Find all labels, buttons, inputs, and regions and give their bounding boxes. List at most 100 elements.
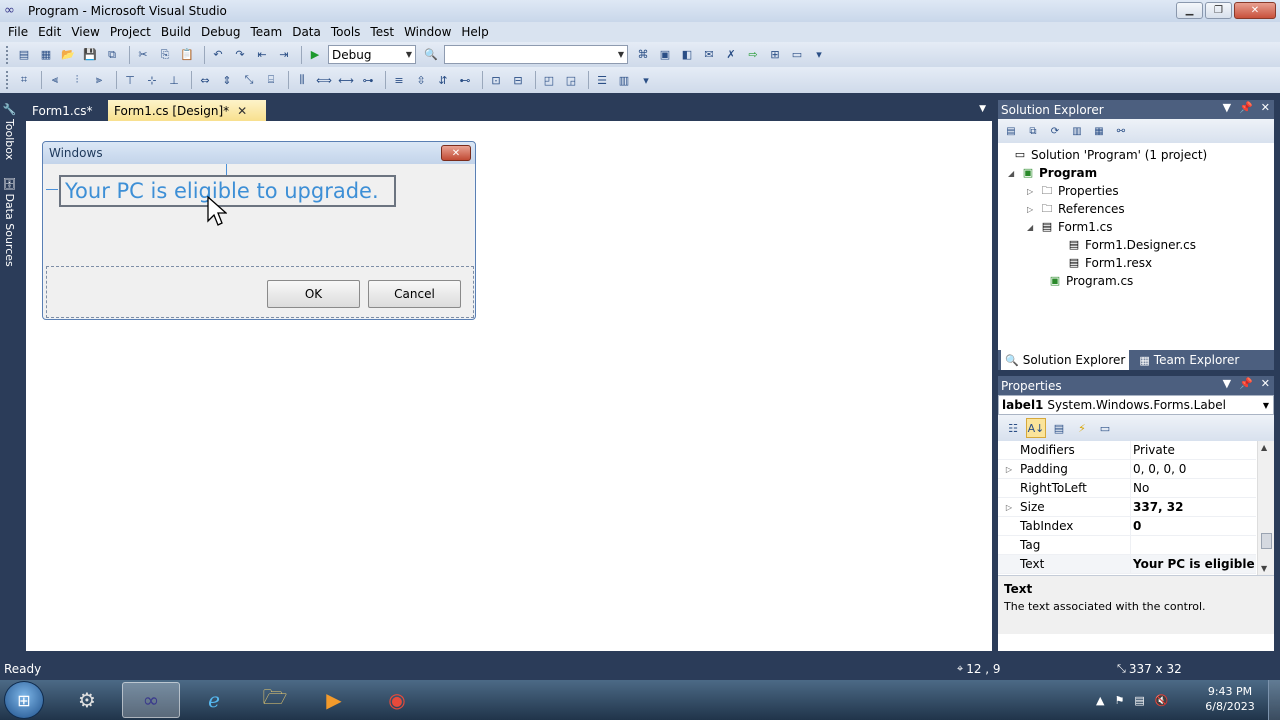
close-tab-icon[interactable]: ✕: [237, 104, 247, 118]
tree-item-form1-designer[interactable]: ▤ Form1.Designer.cs: [1066, 236, 1196, 254]
alphabetical-icon[interactable]: A↓: [1026, 418, 1046, 438]
open-file-icon[interactable]: 📂: [59, 46, 77, 64]
bring-to-front-icon[interactable]: ◰: [540, 71, 558, 89]
show-desktop-button[interactable]: [1268, 680, 1280, 720]
pin-icon[interactable]: 📌: [1239, 377, 1253, 390]
close-icon[interactable]: ✕: [1261, 101, 1270, 114]
align-middles-icon[interactable]: ⊹: [143, 71, 161, 89]
start-page-icon[interactable]: ⇨: [744, 46, 762, 64]
remove-vertical-spacing-icon[interactable]: ⊷: [456, 71, 474, 89]
volume-muted-icon[interactable]: 🔇: [1155, 694, 1169, 707]
taskbar-app-gear[interactable]: ⚙: [58, 682, 116, 718]
taskbar-clock[interactable]: 9:43 PM 6/8/2023: [1200, 684, 1260, 714]
menu-file[interactable]: File: [3, 22, 33, 42]
align-centers-icon[interactable]: ⫶: [68, 71, 86, 89]
properties-window-icon[interactable]: ▣: [656, 46, 674, 64]
taskbar-app-media-player[interactable]: ▶: [305, 682, 363, 718]
property-value[interactable]: Private: [1130, 441, 1256, 460]
expand-arrow-icon[interactable]: ▷: [1027, 187, 1039, 196]
tab-form1-design[interactable]: Form1.cs [Design]* ✕: [108, 100, 266, 121]
show-all-files-icon[interactable]: ▤: [1002, 122, 1020, 140]
property-row-tag[interactable]: Tag: [998, 535, 1256, 555]
action-center-flag-icon[interactable]: ⚑: [1114, 694, 1124, 707]
increase-vertical-spacing-icon[interactable]: ⇳: [412, 71, 430, 89]
designed-form[interactable]: Windows ✕ Your PC is eligible to upgrade…: [42, 141, 476, 320]
undo-icon[interactable]: ↶: [209, 46, 227, 64]
property-value[interactable]: 0: [1130, 516, 1256, 536]
ok-button[interactable]: OK: [267, 280, 360, 308]
expand-arrow-icon[interactable]: ▷: [998, 503, 1020, 512]
decrease-horizontal-spacing-icon[interactable]: ⟷: [337, 71, 355, 89]
property-row-padding[interactable]: ▷ Padding 0, 0, 0, 0: [998, 459, 1256, 479]
navigate-backward-icon[interactable]: ⇤: [253, 46, 271, 64]
menu-edit[interactable]: Edit: [33, 22, 66, 42]
center-horizontally-icon[interactable]: ⊡: [487, 71, 505, 89]
navigate-forward-icon[interactable]: ⇥: [275, 46, 293, 64]
property-row-size[interactable]: ▷ Size 337, 32: [998, 497, 1256, 517]
cut-icon[interactable]: ✂: [134, 46, 152, 64]
scroll-up-icon[interactable]: ▲: [1261, 443, 1267, 452]
properties-view-icon[interactable]: ▤: [1049, 418, 1069, 438]
copy-icon[interactable]: ⎘: [156, 46, 174, 64]
property-value[interactable]: [1130, 535, 1256, 555]
scroll-down-icon[interactable]: ▼: [1261, 564, 1267, 573]
restore-button[interactable]: ❐: [1205, 2, 1232, 19]
toolbar-grip[interactable]: [6, 45, 9, 64]
send-to-back-icon[interactable]: ◲: [562, 71, 580, 89]
pin-icon[interactable]: 📌: [1239, 101, 1253, 114]
properties-icon[interactable]: ⧉: [1024, 122, 1042, 140]
refresh-icon[interactable]: ⟳: [1046, 122, 1064, 140]
increase-horizontal-spacing-icon[interactable]: ⟺: [315, 71, 333, 89]
command-window-icon[interactable]: ▭: [788, 46, 806, 64]
property-row-modifiers[interactable]: Modifiers Private: [998, 441, 1256, 460]
decrease-vertical-spacing-icon[interactable]: ⇵: [434, 71, 452, 89]
minimize-button[interactable]: ▁: [1176, 2, 1203, 19]
toolbox-rail-tab[interactable]: 🔧 Toolbox: [3, 102, 16, 160]
align-tops-icon[interactable]: ⊤: [121, 71, 139, 89]
tree-item-solution[interactable]: ▭ Solution 'Program' (1 project): [1012, 146, 1207, 164]
align-to-grid-icon[interactable]: ⌗: [15, 71, 33, 89]
categorized-icon[interactable]: ☷: [1003, 418, 1023, 438]
tab-solution-explorer[interactable]: 🔍 Solution Explorer: [1001, 350, 1130, 370]
new-project-icon[interactable]: ▤: [15, 46, 33, 64]
menu-test[interactable]: Test: [365, 22, 399, 42]
property-value[interactable]: Your PC is eligible to u: [1130, 554, 1256, 574]
menu-debug[interactable]: Debug: [196, 22, 245, 42]
toolbar-options-icon[interactable]: ▾: [637, 71, 655, 89]
menu-view[interactable]: View: [66, 22, 104, 42]
add-item-icon[interactable]: ▦: [37, 46, 55, 64]
events-lightning-icon[interactable]: ⚡: [1072, 418, 1092, 438]
toolbar-grip[interactable]: [6, 71, 9, 89]
start-debugging-icon[interactable]: ▶: [306, 46, 324, 64]
property-value[interactable]: 337, 32: [1130, 497, 1256, 517]
scrollbar-thumb[interactable]: [1261, 533, 1272, 549]
taskbar-app-file-explorer[interactable]: 🗁: [246, 682, 304, 718]
object-browser-icon[interactable]: ◧: [678, 46, 696, 64]
pane-dropdown-icon[interactable]: ▼: [1223, 101, 1231, 114]
expand-arrow-icon[interactable]: ▷: [998, 465, 1020, 474]
align-rights-icon[interactable]: ⫸: [90, 71, 108, 89]
form-close-button[interactable]: ✕: [441, 145, 471, 161]
view-designer-icon[interactable]: ▦: [1090, 122, 1108, 140]
solution-configuration-combo[interactable]: Debug ▼: [328, 45, 416, 64]
make-same-size-icon[interactable]: ⤡: [240, 71, 258, 89]
taskbar-app-internet-explorer[interactable]: ℯ: [185, 682, 243, 718]
property-grid-scrollbar[interactable]: ▲ ▼: [1257, 441, 1274, 575]
tab-team-explorer[interactable]: ▦ Team Explorer: [1135, 350, 1243, 370]
start-button[interactable]: ⊞: [4, 681, 44, 719]
vertical-spacing-equal-icon[interactable]: ≡: [390, 71, 408, 89]
center-vertically-icon[interactable]: ⊟: [509, 71, 527, 89]
remove-horizontal-spacing-icon[interactable]: ⊶: [359, 71, 377, 89]
data-sources-rail-tab[interactable]: 🗄 Data Sources: [3, 176, 16, 267]
property-pages-icon[interactable]: ▭: [1095, 418, 1115, 438]
redo-icon[interactable]: ↷: [231, 46, 249, 64]
close-button[interactable]: ✕: [1234, 2, 1276, 19]
tools-icon[interactable]: ✗: [722, 46, 740, 64]
size-to-grid-icon[interactable]: ⌸: [262, 71, 280, 89]
object-selector[interactable]: label1 System.Windows.Forms.Label ▼: [998, 395, 1274, 415]
collapse-arrow-icon[interactable]: ◢: [1027, 223, 1039, 232]
pane-dropdown-icon[interactable]: ▼: [1223, 377, 1231, 390]
property-row-righttoleft[interactable]: RightToLeft No: [998, 478, 1256, 498]
find-in-files-icon[interactable]: 🔍: [422, 46, 440, 64]
tree-item-project[interactable]: ◢ ▣ Program: [1008, 164, 1097, 182]
